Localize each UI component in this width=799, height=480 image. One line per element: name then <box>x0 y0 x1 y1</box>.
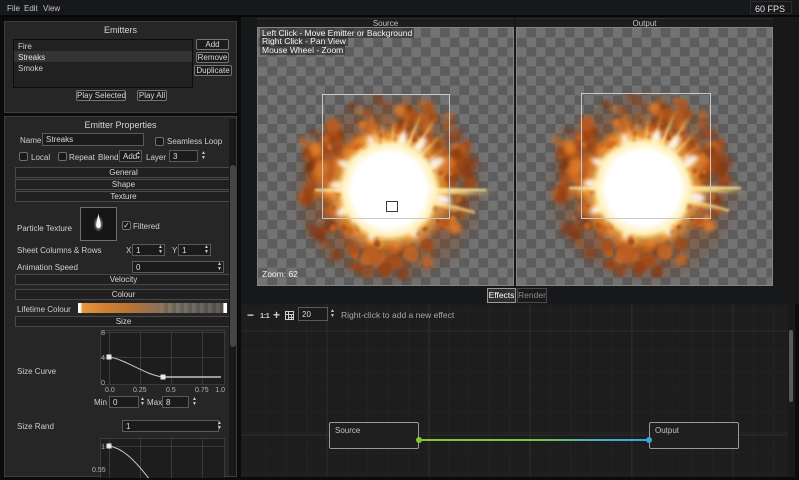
svg-text:1: 1 <box>101 444 105 451</box>
svg-text:8: 8 <box>101 330 105 337</box>
svg-text:1.0: 1.0 <box>215 387 225 393</box>
svg-text:0.75: 0.75 <box>195 387 209 393</box>
svg-text:0: 0 <box>101 380 105 387</box>
svg-text:4: 4 <box>101 355 105 362</box>
svg-text:0.0: 0.0 <box>105 387 115 393</box>
svg-text:0.5: 0.5 <box>166 387 176 393</box>
svg-text:0.55: 0.55 <box>92 467 106 474</box>
svg-text:0.25: 0.25 <box>133 387 147 393</box>
